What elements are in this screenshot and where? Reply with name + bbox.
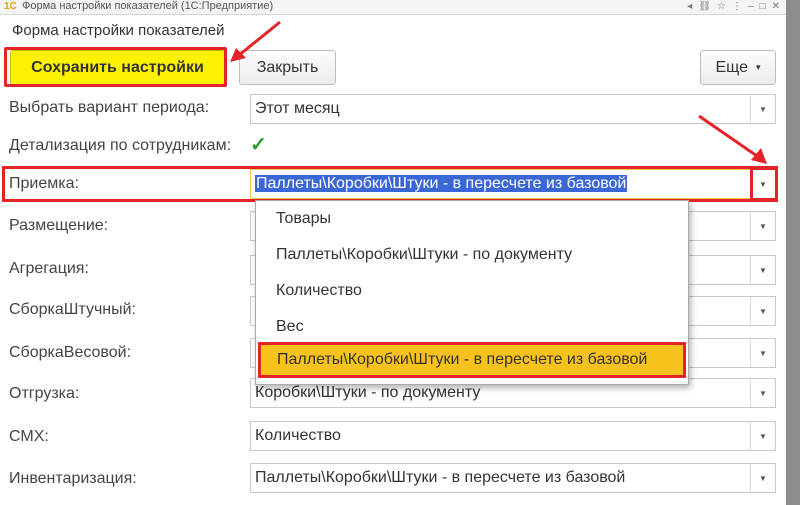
dropdown-arrow-icon[interactable]: ▼ xyxy=(750,170,775,198)
dropdown-option[interactable]: Товары xyxy=(256,201,688,237)
menu-icon[interactable]: ⋮ xyxy=(732,0,742,13)
period-select[interactable]: Этот месяц ▼ xyxy=(250,94,776,124)
priemka-select[interactable]: Паллеты\Коробки\Штуки - в пересчете из б… xyxy=(250,169,776,199)
dropdown-arrow-icon[interactable]: ▼ xyxy=(750,256,775,284)
agregatsiya-label: Агрегация: xyxy=(9,260,89,277)
form-title: Форма настройки показателей xyxy=(12,22,225,39)
more-button[interactable]: Еще ▾ xyxy=(700,50,776,85)
link-icon[interactable]: ⛓ xyxy=(698,0,711,13)
background-window-strip xyxy=(786,0,800,505)
minimize-icon[interactable]: – xyxy=(748,0,754,13)
more-button-label: Еще xyxy=(715,58,749,76)
period-value: Этот месяц xyxy=(255,100,340,117)
otgruzka-label: Отгрузка: xyxy=(9,385,80,402)
dropdown-arrow-icon[interactable]: ▼ xyxy=(750,464,775,492)
smh-select[interactable]: Количество ▼ xyxy=(250,421,776,451)
dropdown-arrow-icon[interactable]: ▼ xyxy=(750,422,775,450)
priemka-dropdown-list: Товары Паллеты\Коробки\Штуки - по докуме… xyxy=(255,200,689,385)
dropdown-arrow-icon[interactable]: ▼ xyxy=(750,95,775,123)
priemka-value: Паллеты\Коробки\Штуки - в пересчете из б… xyxy=(255,175,628,192)
maximize-icon[interactable]: □ xyxy=(760,0,766,13)
razmeshchenie-label: Размещение: xyxy=(9,217,109,234)
window-titlebar: 1С Форма настройки показателей (1С:Предп… xyxy=(0,0,786,15)
close-button[interactable]: Закрыть xyxy=(239,50,336,85)
inventarizatsiya-select[interactable]: Паллеты\Коробки\Штуки - в пересчете из б… xyxy=(250,463,776,493)
smh-value: Количество xyxy=(255,427,341,444)
priemka-label: Приемка: xyxy=(9,175,79,192)
inventarizatsiya-label: Инвентаризация: xyxy=(9,470,137,487)
window-controls: ◂ ⛓ ☆ ⋮ – □ ✕ xyxy=(687,0,780,13)
close-icon[interactable]: ✕ xyxy=(772,0,780,13)
sborka-ves-label: СборкаВесовой: xyxy=(9,344,132,361)
period-label: Выбрать вариант периода: xyxy=(9,99,210,116)
detail-by-employees-label: Детализация по сотрудникам: xyxy=(9,137,232,154)
dropdown-option[interactable]: Количество xyxy=(256,273,688,309)
dropdown-option-selected[interactable]: Паллеты\Коробки\Штуки - в пересчете из б… xyxy=(258,342,686,378)
detail-by-employees-checkbox[interactable]: ✓ xyxy=(250,135,270,155)
dropdown-arrow-icon[interactable]: ▼ xyxy=(750,297,775,325)
back-icon[interactable]: ◂ xyxy=(687,0,692,13)
settings-window: 1С Форма настройки показателей (1С:Предп… xyxy=(0,0,786,505)
chevron-down-icon: ▾ xyxy=(756,62,761,72)
smh-label: СМХ: xyxy=(9,428,49,445)
sborka-sht-label: СборкаШтучный: xyxy=(9,301,136,318)
dropdown-arrow-icon[interactable]: ▼ xyxy=(750,212,775,240)
dropdown-arrow-icon[interactable]: ▼ xyxy=(750,339,775,367)
dropdown-arrow-icon[interactable]: ▼ xyxy=(750,379,775,407)
dropdown-option[interactable]: Паллеты\Коробки\Штуки - по документу xyxy=(256,237,688,273)
priemka-value-wrap: Паллеты\Коробки\Штуки - в пересчете из б… xyxy=(255,170,628,198)
1c-logo-icon: 1С xyxy=(4,1,17,12)
dropdown-option[interactable]: Вес xyxy=(256,309,688,345)
inventarizatsiya-value: Паллеты\Коробки\Штуки - в пересчете из б… xyxy=(255,469,626,486)
star-icon[interactable]: ☆ xyxy=(717,0,726,13)
window-title: Форма настройки показателей (1С:Предприя… xyxy=(22,0,274,12)
save-settings-button[interactable]: Сохранить настройки xyxy=(10,50,225,85)
